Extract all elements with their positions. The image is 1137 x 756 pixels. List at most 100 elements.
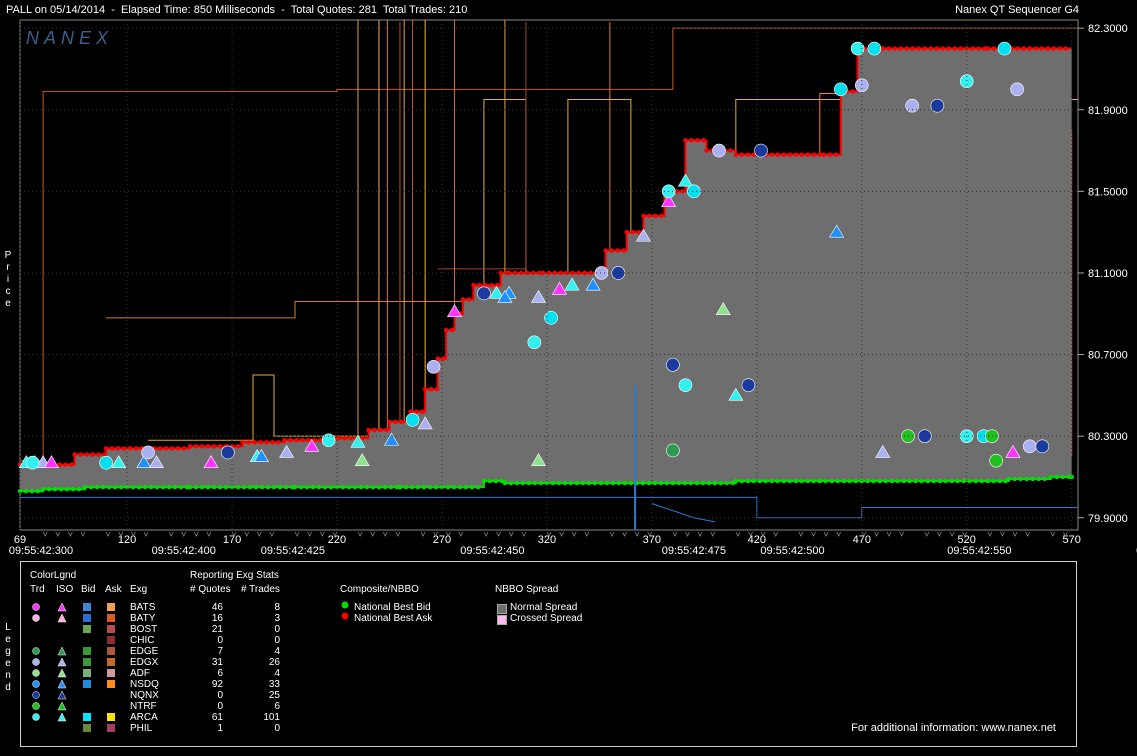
trade-circle	[754, 143, 768, 158]
legend-ask-swatch	[107, 614, 115, 622]
trade-tick-mark	[987, 531, 993, 537]
nanex-logo: NANEX	[26, 28, 108, 48]
legend-quote-count: 0	[217, 635, 223, 646]
national-best-bid-dot	[346, 484, 352, 490]
national-best-bid-dot	[658, 480, 664, 486]
national-best-bid-dot	[1060, 474, 1065, 480]
legend-row-swatches	[32, 646, 115, 656]
legend-row-swatches	[83, 625, 115, 633]
legend-trade-count: 33	[268, 679, 280, 690]
national-best-bid-dot	[751, 478, 757, 484]
national-best-bid-dot	[823, 478, 828, 484]
national-best-bid-dot	[961, 478, 966, 484]
trade-tick-mark	[244, 531, 250, 537]
trade-tick-mark	[823, 531, 829, 537]
national-best-ask-dot	[775, 152, 781, 157]
legend-quote-count: 1	[217, 723, 223, 734]
national-best-bid-dot	[622, 480, 628, 486]
trade-tick-mark	[307, 531, 313, 537]
national-best-bid-dot	[475, 484, 481, 490]
national-best-bid-dot	[370, 484, 376, 490]
legend-quote-count: 0	[217, 701, 223, 712]
trade-circle	[666, 443, 680, 458]
legend-iso-swatch	[57, 668, 67, 678]
legend-col-iso: ISO	[56, 584, 74, 595]
legend-trade-count: 6	[274, 701, 280, 712]
national-best-bid-dot	[640, 480, 646, 486]
national-best-bid-dot	[415, 484, 421, 490]
trade-tick-mark	[798, 531, 804, 537]
y-tick-label: 79.9000	[1088, 513, 1128, 525]
national-best-ask-dot	[821, 152, 827, 157]
national-best-ask-dot	[817, 152, 823, 157]
legend-row-swatches	[32, 613, 115, 623]
legend-panel: ColorLgnd Trd ISO Bid Ask Exg Reporting …	[20, 561, 1077, 747]
legend-exg-name: BATY	[130, 613, 156, 624]
national-best-ask-dot	[976, 46, 981, 51]
national-best-bid-dot	[676, 480, 682, 486]
national-best-bid-dot	[877, 478, 882, 484]
trade-circle	[867, 41, 882, 56]
national-best-bid-dot	[487, 478, 493, 484]
national-best-bid-dot	[193, 484, 199, 490]
legend-bid-swatch	[83, 625, 91, 633]
trade-tick-mark	[773, 531, 779, 537]
composite-title: Composite/NBBO	[340, 584, 419, 595]
trade-tick-mark	[294, 531, 300, 537]
national-best-bid-dot	[580, 480, 586, 486]
legend-trade-count: 101	[263, 712, 280, 723]
legend-exg-name: CHIC	[130, 635, 155, 646]
x-tick-label: 470	[853, 534, 871, 546]
national-best-bid-dot	[859, 478, 864, 484]
national-best-bid-dot	[799, 478, 805, 484]
legend-exg-name: BOST	[130, 624, 158, 635]
legend-exg-name: NTRF	[130, 701, 157, 712]
y-tick-label: 81.9000	[1088, 105, 1128, 117]
legend-quote-count: 21	[211, 624, 223, 635]
footer-info[interactable]: For additional information: www.nanex.ne…	[851, 722, 1056, 734]
national-best-bid-dot	[283, 484, 289, 490]
legend-row-swatches	[107, 636, 115, 644]
legend-exg-name: EDGE	[130, 646, 159, 657]
legend-trade-swatch	[32, 713, 40, 721]
legend-quote-count: 0	[217, 690, 223, 701]
national-best-ask-dot	[1021, 46, 1026, 51]
national-best-ask-dot	[739, 152, 745, 157]
national-best-bid-dot	[316, 484, 322, 490]
legend-iso-swatch	[57, 657, 67, 667]
trade-tick-mark	[886, 531, 892, 537]
trade-tick-mark	[1025, 531, 1030, 537]
national-best-ask-dot	[187, 444, 193, 449]
national-best-bid-dot	[469, 484, 475, 490]
national-best-bid-dot	[865, 478, 870, 484]
national-best-bid-dot	[29, 489, 35, 494]
national-best-bid-dot	[154, 484, 160, 490]
national-best-bid-dot	[919, 478, 924, 484]
legend-ask-swatch	[107, 658, 115, 666]
legend-col-quotes: # Quotes	[190, 584, 231, 595]
national-best-bid-dot	[94, 484, 100, 490]
national-best-bid-dot	[943, 478, 948, 484]
national-best-ask-dot	[246, 440, 251, 445]
national-best-ask-dot	[970, 46, 975, 51]
national-best-bid-dot	[382, 484, 388, 490]
legend-trade-swatch	[32, 669, 40, 677]
national-best-bid-dot	[835, 478, 840, 484]
national-best-bid-dot	[568, 480, 574, 486]
legend-ask-swatch	[107, 713, 115, 721]
national-best-bid-dot	[112, 484, 118, 490]
time-tick-label: 09:55:42:500	[760, 545, 824, 557]
trade-circle	[477, 286, 491, 301]
national-best-ask-dot	[728, 148, 733, 153]
national-best-bid-dot	[556, 480, 562, 486]
trade-circle	[426, 359, 441, 374]
national-best-bid-dot	[223, 484, 229, 490]
national-best-ask-dot	[169, 446, 175, 451]
national-best-ask-dot	[940, 46, 945, 51]
national-best-ask-dot	[63, 462, 68, 467]
national-best-bid-dot	[82, 484, 88, 490]
national-best-bid-dot	[682, 480, 688, 486]
national-best-bid-dot	[973, 478, 978, 484]
national-best-bid-dot	[979, 478, 984, 484]
national-best-bid-dot	[967, 478, 972, 484]
